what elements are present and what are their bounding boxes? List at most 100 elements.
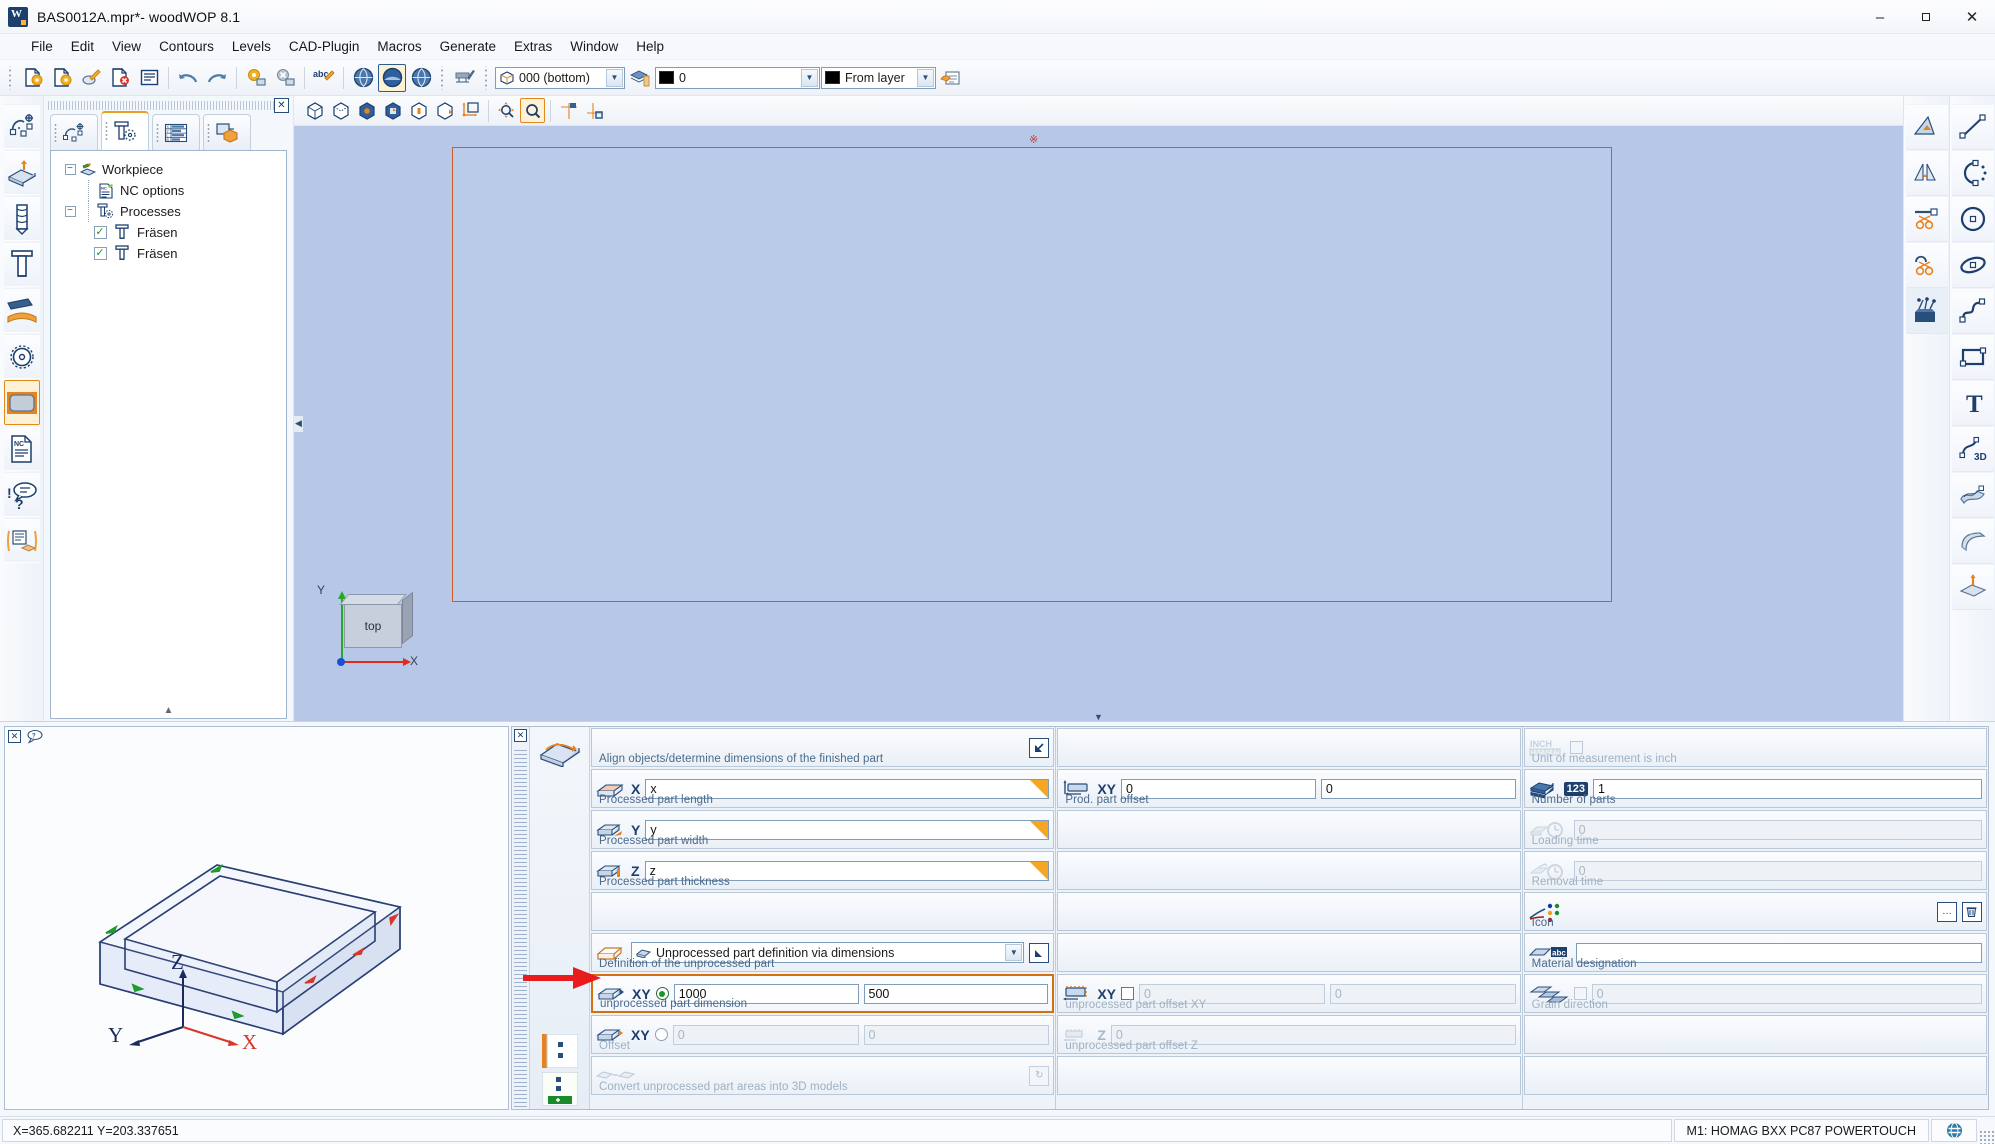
collapse-bottom-handle[interactable]: ▼ bbox=[1090, 712, 1108, 722]
grid-snap-bottom-icon[interactable] bbox=[582, 98, 607, 123]
window-resize-grip[interactable] bbox=[1979, 1130, 1995, 1144]
jump-arrow-icon[interactable] bbox=[1029, 942, 1050, 963]
row-convert-3d-models[interactable]: ↻ Convert unprocessed part areas into 3D… bbox=[591, 1056, 1055, 1095]
view-section-icon[interactable] bbox=[432, 98, 457, 123]
row-offset[interactable]: XY 0 0 Offset bbox=[591, 1015, 1055, 1054]
tab-variables[interactable]: X Y L B bbox=[152, 114, 200, 150]
open-file-icon[interactable] bbox=[48, 64, 76, 92]
offset-radio-unselected[interactable] bbox=[654, 1028, 668, 1041]
rail-circular-saw-icon[interactable] bbox=[3, 334, 40, 379]
save-settings-icon[interactable] bbox=[242, 64, 270, 92]
row-material-designation[interactable]: abc Material designation bbox=[1523, 933, 1987, 972]
offset-y-input[interactable]: 0 bbox=[863, 1024, 1050, 1045]
tree-panel-close-icon[interactable]: ✕ bbox=[274, 98, 289, 113]
rail-variables-icon[interactable] bbox=[3, 518, 40, 563]
preview-close-icon[interactable]: ✕ bbox=[8, 729, 21, 743]
browse-icon-button[interactable]: … bbox=[1936, 901, 1957, 922]
parameters-close-icon[interactable]: ✕ bbox=[514, 729, 527, 742]
menu-generate[interactable]: Generate bbox=[431, 36, 505, 57]
menu-levels[interactable]: Levels bbox=[223, 36, 280, 57]
chevron-down-icon[interactable]: ▼ bbox=[801, 68, 818, 87]
toolbar-grip-3[interactable] bbox=[483, 65, 491, 90]
layer-stack-icon[interactable] bbox=[626, 64, 654, 92]
menu-window[interactable]: Window bbox=[561, 36, 627, 57]
view-transparent-icon[interactable] bbox=[406, 98, 431, 123]
material-designation-input[interactable] bbox=[1575, 942, 1982, 963]
unprocessed-part-dimension-y-input[interactable]: 500 bbox=[863, 983, 1049, 1004]
row-unprocessed-part-offset-xy[interactable]: XY 0 0 unprocessed part offset XY bbox=[1057, 974, 1521, 1013]
offset-x-input[interactable]: 0 bbox=[672, 1024, 859, 1045]
trash-icon[interactable] bbox=[1961, 901, 1982, 922]
undo-icon[interactable] bbox=[174, 64, 202, 92]
view-shaded-icon[interactable] bbox=[354, 98, 379, 123]
color-select[interactable]: 0 ▼ bbox=[655, 66, 820, 89]
globe-right-icon[interactable] bbox=[407, 64, 435, 92]
edit-file-icon[interactable] bbox=[77, 64, 105, 92]
close-button[interactable]: ✕ bbox=[1949, 0, 1995, 34]
view-shaded-edges-icon[interactable] bbox=[380, 98, 405, 123]
workpiece-outline[interactable] bbox=[452, 147, 1612, 602]
tree-node-fraesen-2[interactable]: ✓ Fräsen bbox=[51, 243, 286, 264]
toolbar-grip-2[interactable] bbox=[439, 65, 447, 90]
draw-text-icon[interactable]: T bbox=[1951, 380, 1994, 426]
delete-settings-icon[interactable] bbox=[271, 64, 299, 92]
draw-spline-icon[interactable] bbox=[1951, 288, 1994, 334]
draw-extrude-icon[interactable] bbox=[1951, 564, 1994, 610]
new-file-icon[interactable] bbox=[19, 64, 47, 92]
row-processed-part-thickness[interactable]: Z z Processed part thickness bbox=[591, 851, 1055, 890]
rail-nc-document-icon[interactable]: NC bbox=[3, 426, 40, 471]
grain-direction-input[interactable]: 0 bbox=[1591, 983, 1982, 1004]
draw-line-icon[interactable] bbox=[1951, 104, 1994, 150]
preview-help-icon[interactable]: ? bbox=[25, 729, 43, 744]
globe-left-icon[interactable] bbox=[349, 64, 377, 92]
connection-icon[interactable] bbox=[1931, 1119, 1977, 1142]
draw-3d-contour-icon[interactable]: 3D bbox=[1951, 426, 1994, 472]
rail-workpiece-outline-icon[interactable] bbox=[3, 380, 40, 425]
param-add-icon[interactable] bbox=[541, 1072, 578, 1106]
chevron-down-icon[interactable]: ▼ bbox=[1005, 944, 1023, 961]
tab-contours[interactable] bbox=[50, 114, 98, 150]
rail-comment-question-icon[interactable]: ! ? bbox=[3, 472, 40, 517]
row-align-objects[interactable]: Align objects/determine dimensions of th… bbox=[591, 728, 1055, 767]
tree-node-workpiece[interactable]: − Workpiece bbox=[51, 159, 286, 180]
menu-extras[interactable]: Extras bbox=[505, 36, 561, 57]
rail-workpiece-icon[interactable] bbox=[3, 150, 40, 195]
linetype-select[interactable]: From layer ▼ bbox=[821, 66, 936, 89]
draw-freeform-surface-icon[interactable] bbox=[1951, 472, 1994, 518]
rail-contour-icon[interactable] bbox=[3, 104, 40, 149]
draw-rectangle-icon[interactable] bbox=[1951, 334, 1994, 380]
row-unprocessed-part-offset-z[interactable]: Z 0 unprocessed part offset Z bbox=[1057, 1015, 1521, 1054]
row-prod-part-offset[interactable]: XY 0 0 Prod. part offset bbox=[1057, 769, 1521, 808]
redo-icon[interactable] bbox=[203, 64, 231, 92]
spellcheck-abc-icon[interactable]: abc bbox=[310, 64, 338, 92]
object-tree[interactable]: − Workpiece NC NC options − Processes ✓ … bbox=[50, 150, 287, 719]
toolbar-grip[interactable] bbox=[7, 65, 15, 90]
tree-panel-dragbar[interactable]: ✕ bbox=[48, 98, 289, 113]
list-view-icon[interactable] bbox=[135, 64, 163, 92]
menu-contours[interactable]: Contours bbox=[150, 36, 223, 57]
draw-tube-surface-icon[interactable] bbox=[1951, 518, 1994, 564]
menu-macros[interactable]: Macros bbox=[368, 36, 430, 57]
grid-snap-top-icon[interactable] bbox=[556, 98, 581, 123]
row-grain-direction[interactable]: 0 Grain direction bbox=[1523, 974, 1987, 1013]
removal-time-input[interactable]: 0 bbox=[1573, 860, 1982, 881]
zoom-window-icon[interactable] bbox=[520, 98, 545, 123]
process-checkbox[interactable]: ✓ bbox=[91, 226, 109, 239]
preview-3d-canvas[interactable]: Z Y X bbox=[5, 747, 508, 1109]
rail-saw-blade-angle-icon[interactable] bbox=[3, 288, 40, 333]
menu-view[interactable]: View bbox=[103, 36, 150, 57]
machine-check-icon[interactable] bbox=[451, 64, 479, 92]
orientation-axis-widget[interactable]: Y X top bbox=[314, 583, 424, 696]
close-file-icon[interactable] bbox=[106, 64, 134, 92]
globe-center-icon[interactable] bbox=[378, 63, 406, 92]
row-removal-time[interactable]: 0 Removal time bbox=[1523, 851, 1987, 890]
row-unit-inch[interactable]: INCH Unit of measurement is inch bbox=[1523, 728, 1987, 767]
menu-file[interactable]: File bbox=[22, 36, 62, 57]
draw-ellipse-icon[interactable] bbox=[1951, 242, 1994, 288]
tree-scroll-up-indicator[interactable]: ▲ bbox=[51, 705, 286, 716]
cad-viewport[interactable]: ※ Y X top ◀ ▼ bbox=[294, 126, 1903, 721]
minimize-button[interactable]: – bbox=[1857, 0, 1903, 34]
loading-time-input[interactable]: 0 bbox=[1573, 819, 1982, 840]
menu-edit[interactable]: Edit bbox=[62, 36, 103, 57]
tab-processes[interactable] bbox=[101, 111, 149, 150]
